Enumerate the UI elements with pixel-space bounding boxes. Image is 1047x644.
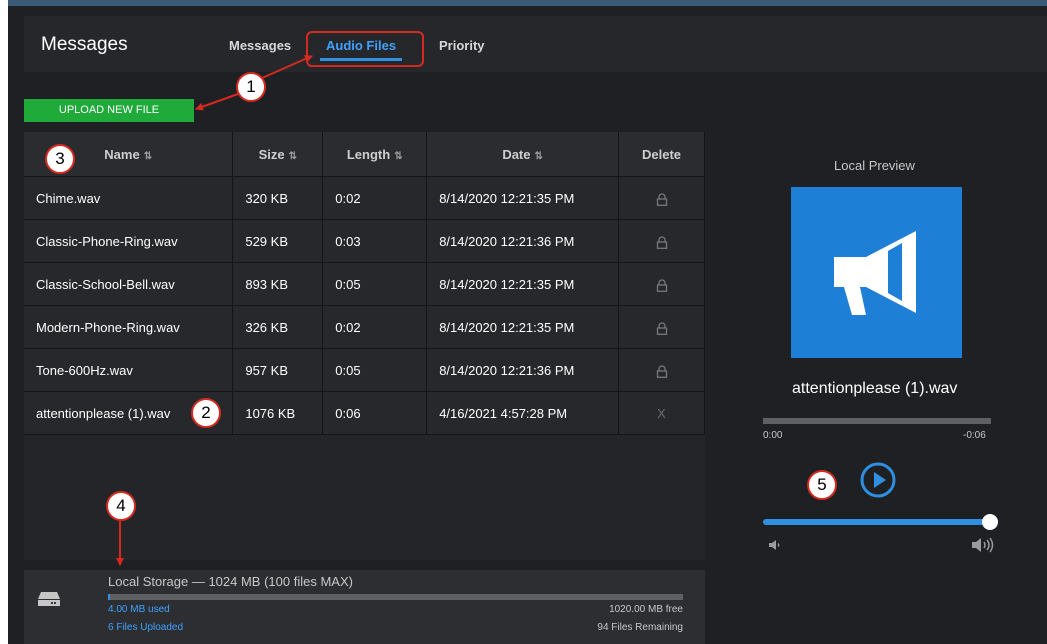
annotation-arrows (116, 55, 313, 566)
arrow-to-upload-button (195, 93, 239, 111)
callout-4: 4 (106, 491, 136, 521)
arrow-to-audio-files-tab (261, 55, 313, 79)
callout-3: 3 (45, 144, 75, 174)
callout-5: 5 (807, 470, 837, 500)
callout-1: 1 (236, 72, 266, 102)
callout-2: 2 (191, 398, 221, 428)
